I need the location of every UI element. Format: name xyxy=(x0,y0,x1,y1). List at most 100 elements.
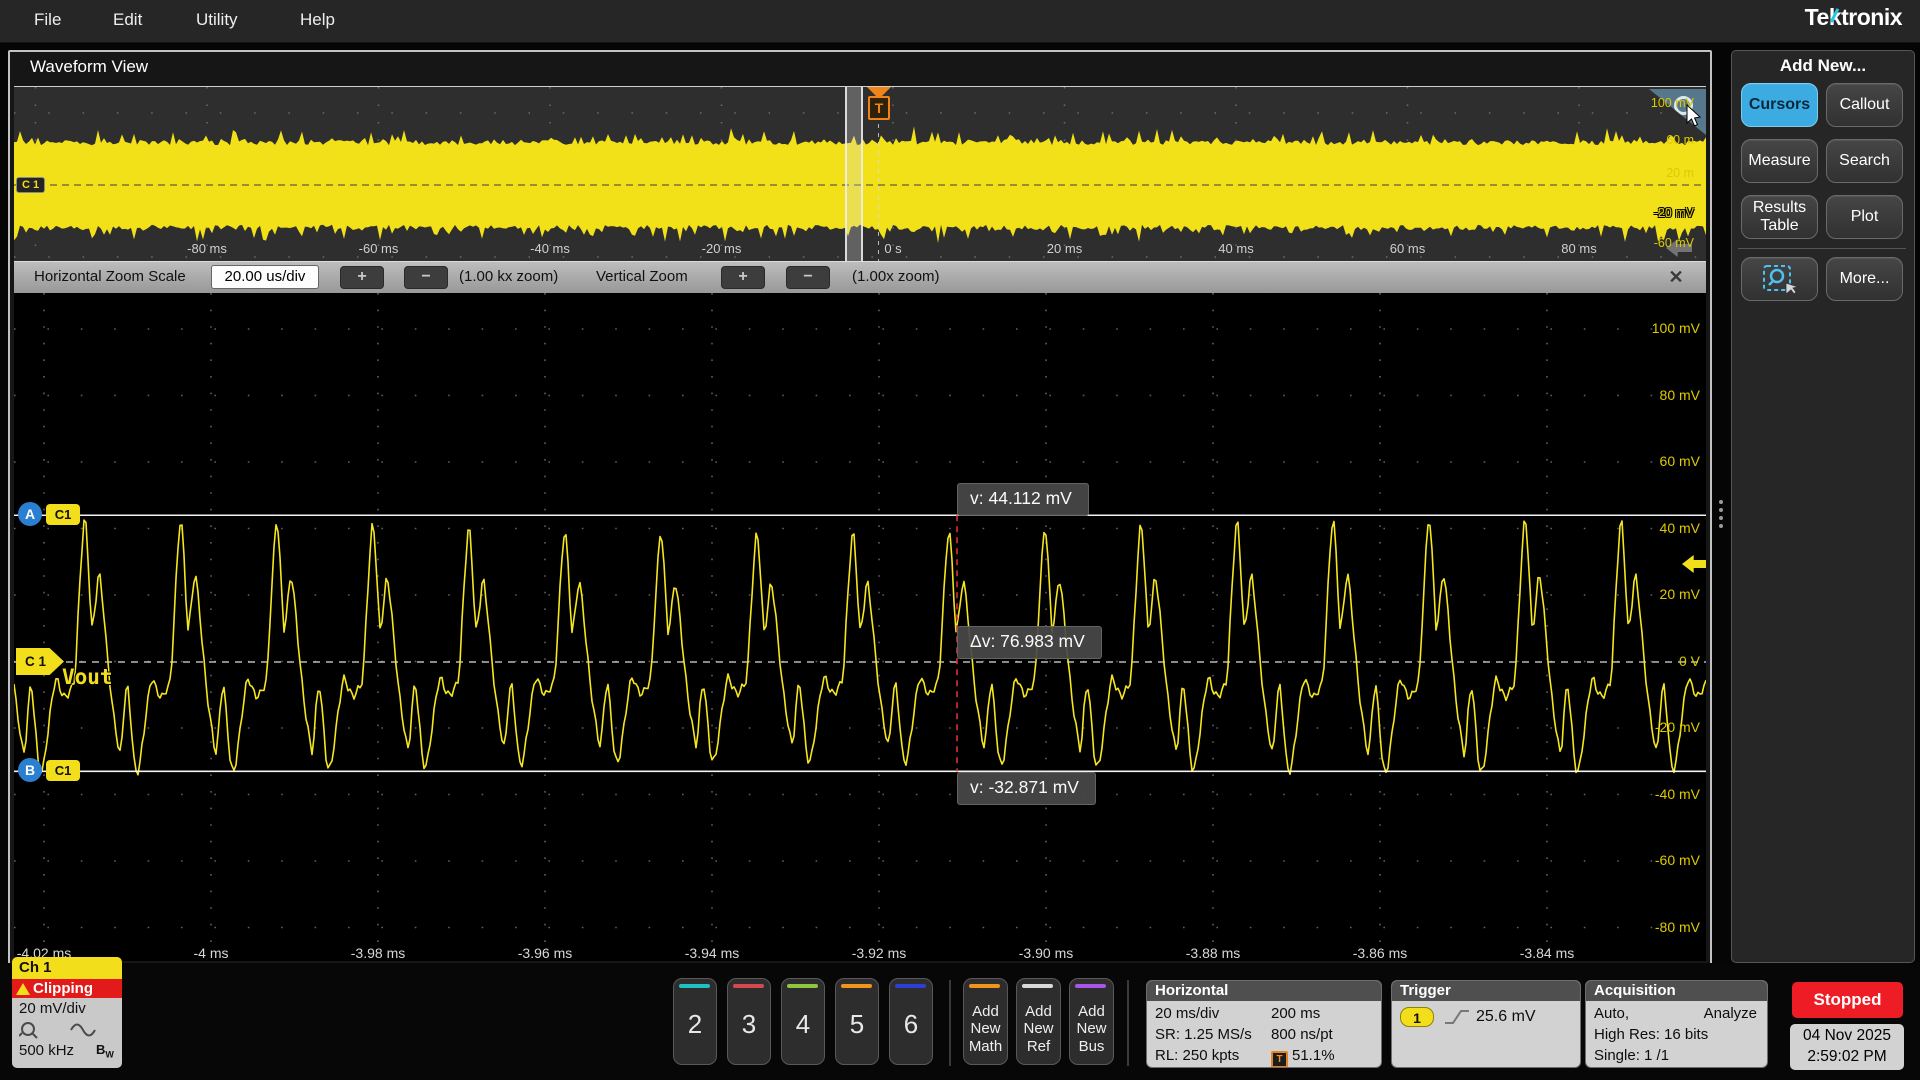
ac-coupling-icon xyxy=(70,1023,96,1037)
main-voltage-label: 80 mV xyxy=(1590,387,1700,403)
cursor-b-badge[interactable]: B xyxy=(18,758,42,782)
waveform-view-panel: Waveform View C 1 T -80 ms-60 ms-40 ms-2… xyxy=(8,50,1712,965)
overview-plot[interactable]: C 1 T -80 ms-60 ms-40 ms-20 ms0 s20 ms40… xyxy=(14,86,1706,261)
tektronix-logo: Te k tronix xyxy=(1805,4,1902,31)
main-voltage-label: 60 mV xyxy=(1590,453,1700,469)
cursor-a-channel-chip[interactable]: C1 xyxy=(46,504,80,525)
overview-voltage-label: 20 m xyxy=(1594,166,1694,180)
more-button[interactable]: More... xyxy=(1826,257,1903,301)
bandwidth-limit-icon: BW xyxy=(96,1042,114,1060)
stripe-icon xyxy=(1075,984,1106,988)
waveform-view-title: Waveform View xyxy=(30,57,148,77)
stripe-icon xyxy=(969,984,1000,988)
channel-5-button[interactable]: 5 xyxy=(835,978,879,1065)
horizontal-panel[interactable]: Horizontal 20 ms/div200 msSR: 1.25 MS/s8… xyxy=(1146,980,1382,1068)
menu-item-help[interactable]: Help xyxy=(300,10,335,30)
horizontal-panel-title: Horizontal xyxy=(1147,981,1381,1001)
zoom-select-button[interactable] xyxy=(1741,257,1818,301)
menu-item-edit[interactable]: Edit xyxy=(113,10,142,30)
channel-5-label: 5 xyxy=(836,1009,878,1040)
cursor-a-readout[interactable]: v: 44.112 mV xyxy=(957,483,1089,516)
add-new-bus-button[interactable]: AddNewBus xyxy=(1069,978,1114,1065)
menu-item-file[interactable]: File xyxy=(34,10,61,30)
channel-6-color-stripe xyxy=(895,984,926,988)
acquisition-panel-title: Acquisition xyxy=(1586,981,1767,1001)
channel-name-label: Vout xyxy=(62,665,113,689)
trigger-t-icon: T xyxy=(868,96,890,120)
search-button[interactable]: Search xyxy=(1826,139,1903,183)
close-icon[interactable]: ✕ xyxy=(1664,265,1688,289)
trigger-t-icon: T xyxy=(1271,1051,1288,1068)
zoom-select-icon xyxy=(1760,263,1800,295)
vertical-zoom-label: Vertical Zoom xyxy=(596,268,688,285)
cursors-button[interactable]: Cursors xyxy=(1741,83,1818,127)
group-separator xyxy=(949,980,951,1066)
main-time-label: -3.96 ms xyxy=(518,945,572,961)
brand-prefix: Te xyxy=(1805,4,1829,31)
h-zoom-minus-button[interactable]: − xyxy=(404,266,448,289)
panel-divider-handle[interactable] xyxy=(1719,496,1724,532)
main-time-axis: -4.02 ms-4 ms-3.98 ms-3.96 ms-3.94 ms-3.… xyxy=(14,947,1706,961)
main-voltage-label: 40 mV xyxy=(1590,520,1700,536)
time-label: 2:59:02 PM xyxy=(1790,1047,1904,1068)
channel-1-scale: 20 mV/div xyxy=(19,1000,86,1017)
menu-item-utility[interactable]: Utility xyxy=(196,10,238,30)
channel-3-button[interactable]: 3 xyxy=(727,978,771,1065)
main-time-label: -3.92 ms xyxy=(852,945,906,961)
v-zoom-plus-button[interactable]: + xyxy=(721,266,765,289)
horizontal-value: 20 ms/div xyxy=(1155,1005,1219,1022)
plot-button[interactable]: Plot xyxy=(1826,195,1903,239)
zoom-window-indicator[interactable] xyxy=(845,87,863,261)
add-new-panel: Add New... CursorsCalloutMeasureSearchRe… xyxy=(1731,50,1915,963)
oscilloscope-screen: Te k tronix File Edit Utility Help Waveform… xyxy=(0,0,1920,1080)
channel-1-settings: 20 mV/div 500 kHz BW xyxy=(12,998,122,1068)
horizontal-value: 200 ms xyxy=(1271,1005,1320,1022)
clipping-label: Clipping xyxy=(33,979,93,998)
main-time-label: -3.94 ms xyxy=(685,945,739,961)
delta-v-readout[interactable]: Δv: 76.983 mV xyxy=(957,626,1102,659)
channel-2-button[interactable]: 2 xyxy=(673,978,717,1065)
run-state-button[interactable]: Stopped xyxy=(1792,982,1903,1018)
cursor-a-badge[interactable]: A xyxy=(18,502,42,526)
channel-2-color-stripe xyxy=(679,984,710,988)
main-time-label: -3.90 ms xyxy=(1019,945,1073,961)
callout-button[interactable]: Callout xyxy=(1826,83,1903,127)
overview-voltage-label: -20 mV xyxy=(1594,206,1694,220)
add-new-header: Add New... xyxy=(1732,56,1914,76)
clipping-warning: Clipping xyxy=(12,979,122,998)
main-voltage-label: 20 mV xyxy=(1590,586,1700,602)
cursor-b-readout[interactable]: v: -32.871 mV xyxy=(957,772,1096,805)
trigger-source-badge: 1 xyxy=(1400,1007,1434,1027)
acquisition-panel[interactable]: Acquisition Auto,Analyze High Res: 16 bi… xyxy=(1585,980,1768,1068)
v-zoom-minus-button[interactable]: − xyxy=(786,266,830,289)
main-waveform-svg xyxy=(14,293,1706,947)
warning-icon xyxy=(16,983,30,995)
channel-4-label: 4 xyxy=(782,1009,824,1040)
horizontal-value: RL: 250 kpts xyxy=(1155,1047,1239,1064)
h-zoom-plus-button[interactable]: + xyxy=(340,266,384,289)
overview-time-label: 20 ms xyxy=(1047,241,1082,256)
zoomed-waveform-plot[interactable]: A C1 B C1 v: 44.112 mV Δv: 76.983 mV v: … xyxy=(14,293,1706,947)
results-table-button[interactable]: Results Table xyxy=(1741,195,1818,239)
main-time-label: -3.86 ms xyxy=(1353,945,1407,961)
cursor-b-channel-chip[interactable]: C1 xyxy=(46,760,80,781)
main-waveform-trace xyxy=(14,520,1706,775)
trigger-panel[interactable]: Trigger 1 25.6 mV xyxy=(1391,980,1581,1068)
acquisition-analyze: Analyze xyxy=(1704,1005,1757,1022)
trigger-position-marker[interactable]: T xyxy=(867,87,891,120)
add-new-ref-button[interactable]: AddNewRef xyxy=(1016,978,1061,1065)
trigger-level-value: 25.6 mV xyxy=(1476,1008,1536,1026)
horizontal-zoom-scale-input[interactable]: 20.00 us/div xyxy=(211,265,319,289)
brand-suffix: tronix xyxy=(1841,4,1902,31)
add-new-math-button[interactable]: AddNewMath xyxy=(963,978,1008,1065)
channel-1-badge[interactable]: Ch 1 Clipping 20 mV/div 500 kHz BW xyxy=(12,957,122,1068)
measure-button[interactable]: Measure xyxy=(1741,139,1818,183)
channel-1-name: Ch 1 xyxy=(12,957,122,979)
add-new-separator xyxy=(1738,248,1906,249)
overview-time-label: 0 s xyxy=(884,241,901,256)
channel-4-button[interactable]: 4 xyxy=(781,978,825,1065)
main-voltage-label: 0 V xyxy=(1590,653,1700,669)
probe-icon xyxy=(19,1021,41,1039)
channel-6-button[interactable]: 6 xyxy=(889,978,933,1065)
acquisition-resolution: High Res: 16 bits xyxy=(1594,1026,1708,1043)
